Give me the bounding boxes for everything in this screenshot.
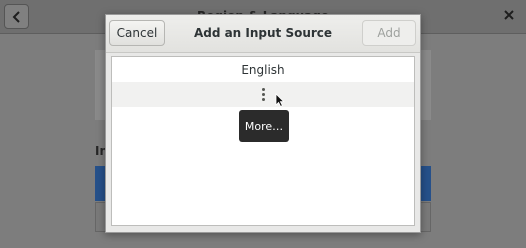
add-button[interactable]: Add xyxy=(362,20,416,46)
list-item[interactable]: English xyxy=(112,57,414,83)
list-item-label: English xyxy=(241,62,285,77)
dialog-header: Cancel Add an Input Source Add xyxy=(106,15,420,53)
more-row[interactable] xyxy=(112,82,414,107)
close-button[interactable] xyxy=(502,9,516,23)
vertical-ellipsis-icon xyxy=(261,88,265,101)
close-icon xyxy=(504,10,514,20)
more-tooltip: More… xyxy=(239,110,289,142)
mouse-pointer-icon xyxy=(275,93,285,107)
add-input-source-dialog: Cancel Add an Input Source Add English M… xyxy=(105,14,421,233)
